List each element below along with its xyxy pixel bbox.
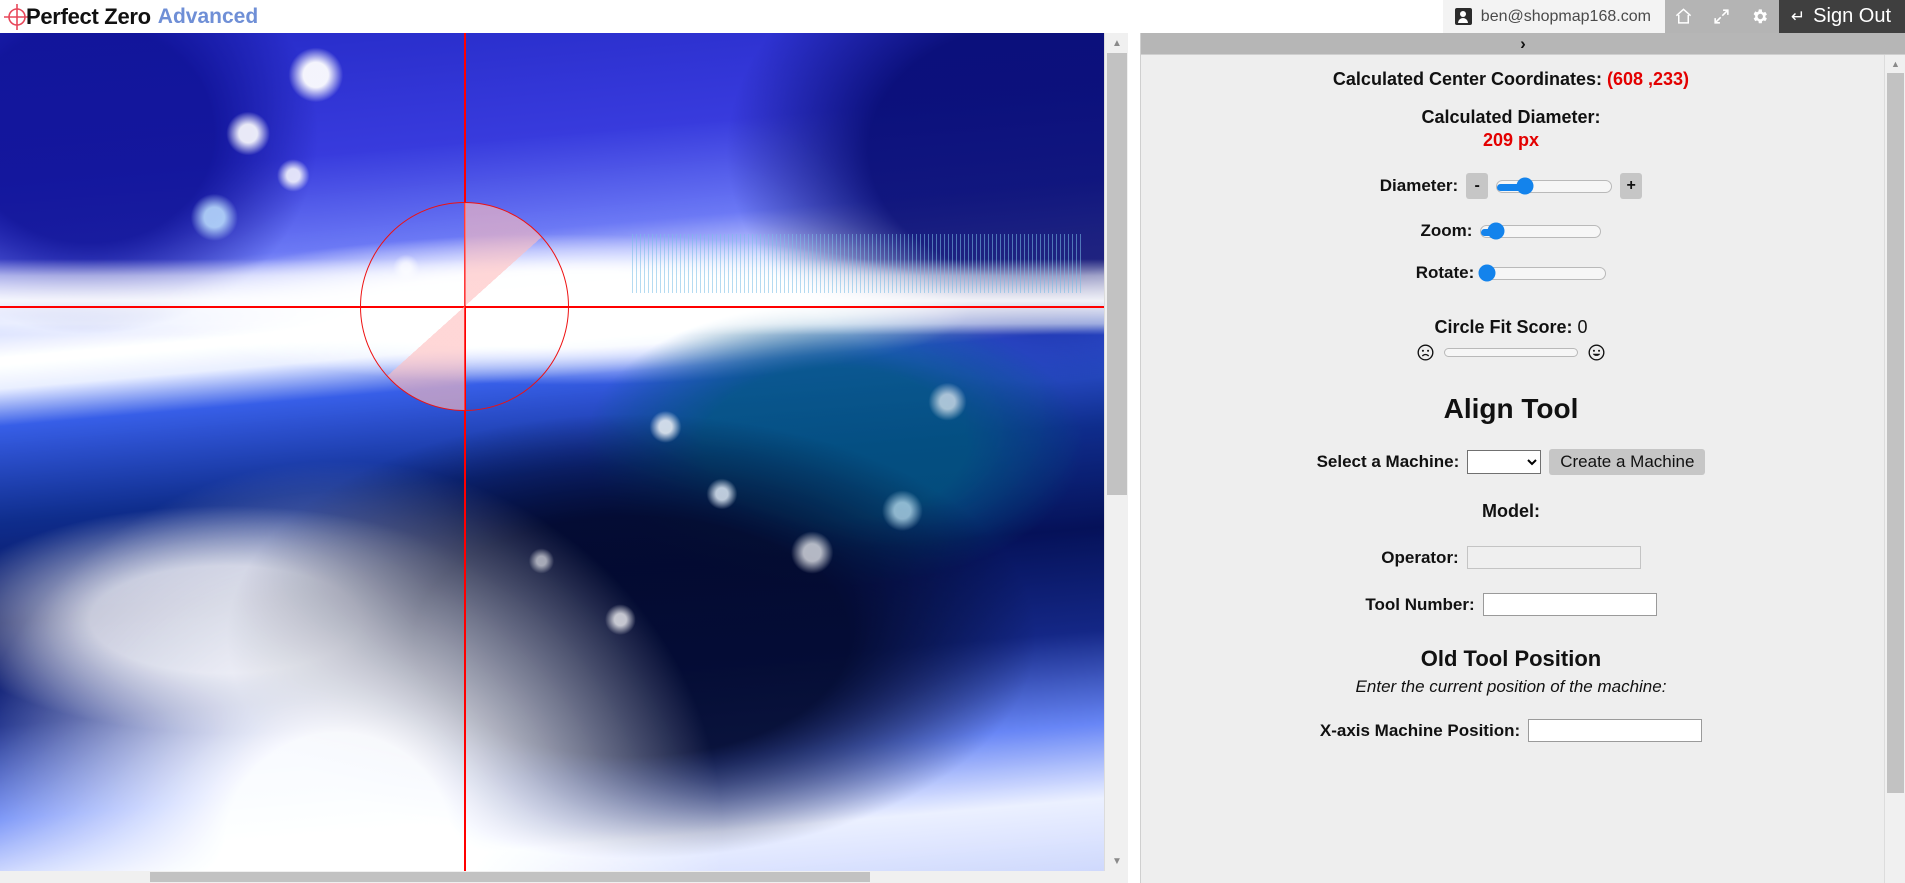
- brand-name: Perfect Zero: [26, 3, 151, 29]
- user-email: ben@shopmap168.com: [1480, 7, 1651, 25]
- sign-out-arrow-icon: ↵: [1790, 7, 1806, 26]
- rotate-slider-knob[interactable]: [1478, 264, 1496, 282]
- align-tool-title: Align Tool: [1443, 393, 1579, 424]
- workspace: ▲ ▼ › Calculated Center Coordinates: (60…: [0, 33, 1905, 883]
- viewer-horizontal-scroll-thumb[interactable]: [150, 872, 870, 882]
- circle-fit-score-track[interactable]: [1444, 348, 1578, 357]
- rotate-slider-row: Rotate:: [1141, 263, 1881, 283]
- gear-icon: [1750, 7, 1769, 26]
- control-panel: › Calculated Center Coordinates: (608 ,2…: [1140, 33, 1905, 883]
- fullscreen-expand-icon: [1712, 7, 1731, 26]
- home-icon: [1674, 7, 1693, 26]
- scroll-up-arrow-icon[interactable]: ▲: [1105, 33, 1129, 53]
- diameter-slider-label: Diameter:: [1379, 176, 1459, 195]
- tool-number-label: Tool Number:: [1365, 594, 1475, 614]
- x-axis-position-input[interactable]: [1528, 719, 1703, 742]
- viewer-horizontal-scrollbar[interactable]: [0, 871, 1128, 883]
- zoom-slider-knob[interactable]: [1487, 222, 1505, 240]
- brand-logo-group: Perfect Zero Advanced: [0, 0, 258, 33]
- diameter-decrement-button[interactable]: -: [1466, 173, 1489, 199]
- zoom-slider-label: Zoom:: [1420, 221, 1473, 240]
- rotate-slider-label: Rotate:: [1415, 263, 1475, 282]
- tool-number-row: Tool Number:: [1141, 593, 1881, 616]
- x-axis-position-row: X-axis Machine Position:: [1141, 719, 1881, 742]
- microscope-edge-striae: [631, 234, 1083, 293]
- select-machine-label: Select a Machine:: [1316, 452, 1460, 471]
- viewer-vertical-scroll-thumb[interactable]: [1107, 53, 1127, 495]
- happy-face-icon: [1588, 344, 1605, 361]
- diameter-label: Calculated Diameter:: [1421, 107, 1601, 127]
- select-machine-row: Select a Machine: Create a Machine: [1141, 449, 1881, 475]
- sad-face-icon: [1417, 344, 1434, 361]
- x-axis-position-label: X-axis Machine Position:: [1319, 720, 1521, 740]
- old-tool-position-title: Old Tool Position: [1420, 646, 1602, 671]
- circle-fit-score: Circle Fit Score: 0: [1141, 317, 1881, 338]
- user-account-chip[interactable]: ben@shopmap168.com: [1442, 0, 1665, 33]
- panel-scroll-up-arrow-icon[interactable]: ▲: [1885, 55, 1905, 73]
- operator-row: Operator:: [1141, 546, 1881, 569]
- brand-subtitle: Advanced: [157, 4, 259, 28]
- app-header: Perfect Zero Advanced ben@shopmap168.com: [0, 0, 1905, 33]
- circle-fit-score-value: 0: [1577, 317, 1588, 337]
- zoom-slider-row: Zoom:: [1141, 221, 1881, 241]
- operator-label: Operator:: [1381, 547, 1459, 567]
- panel-vertical-scroll-thumb[interactable]: [1887, 73, 1904, 793]
- user-avatar-icon: [1454, 8, 1472, 25]
- panel-collapse-toggle[interactable]: ›: [1141, 33, 1905, 55]
- rotate-slider-track[interactable]: [1478, 264, 1607, 282]
- panel-vertical-scrollbar[interactable]: ▲: [1884, 55, 1905, 883]
- viewer-vertical-scrollbar[interactable]: ▲ ▼: [1104, 33, 1128, 871]
- diameter-slider-knob[interactable]: [1516, 177, 1534, 195]
- diameter-increment-button[interactable]: +: [1620, 173, 1643, 199]
- header-actions: ben@shopmap168.com ↵ Sign Out: [1442, 0, 1905, 33]
- panel-scroll-region: Calculated Center Coordinates: (608 ,233…: [1141, 55, 1905, 883]
- viewer-pane: ▲ ▼: [0, 33, 1140, 883]
- calculated-diameter: Calculated Diameter: 209 px: [1141, 106, 1881, 151]
- chevron-right-icon: ›: [1520, 33, 1526, 53]
- machine-select-dropdown[interactable]: [1467, 450, 1542, 474]
- panel-content: Calculated Center Coordinates: (608 ,233…: [1141, 55, 1881, 742]
- circle-fit-score-label: Circle Fit Score:: [1434, 317, 1573, 337]
- calculated-center-coordinates: Calculated Center Coordinates: (608 ,233…: [1141, 69, 1881, 90]
- center-coordinates-label: Calculated Center Coordinates:: [1332, 69, 1602, 89]
- model-label: Model:: [1482, 501, 1540, 521]
- center-coordinates-value: (608 ,233): [1607, 69, 1690, 89]
- fullscreen-button[interactable]: [1702, 0, 1741, 33]
- sign-out-label: Sign Out: [1813, 5, 1891, 27]
- diameter-value: 209 px: [1482, 129, 1540, 150]
- old-tool-position-hint: Enter the current position of the machin…: [1355, 677, 1667, 696]
- sign-out-button[interactable]: ↵ Sign Out: [1778, 0, 1905, 33]
- circle-fit-score-meter: [1141, 344, 1881, 361]
- tool-number-input[interactable]: [1482, 593, 1657, 616]
- scroll-down-arrow-icon[interactable]: ▼: [1105, 851, 1129, 871]
- diameter-slider-row: Diameter: - +: [1141, 173, 1881, 199]
- create-machine-button[interactable]: Create a Machine: [1549, 449, 1706, 475]
- diameter-slider-track[interactable]: [1496, 177, 1613, 195]
- microscope-image-canvas[interactable]: [0, 33, 1128, 871]
- operator-input[interactable]: [1466, 546, 1641, 569]
- home-button[interactable]: [1664, 0, 1703, 33]
- zoom-slider-track[interactable]: [1480, 222, 1602, 240]
- settings-button[interactable]: [1740, 0, 1779, 33]
- microscope-image-highlights: [0, 33, 1128, 871]
